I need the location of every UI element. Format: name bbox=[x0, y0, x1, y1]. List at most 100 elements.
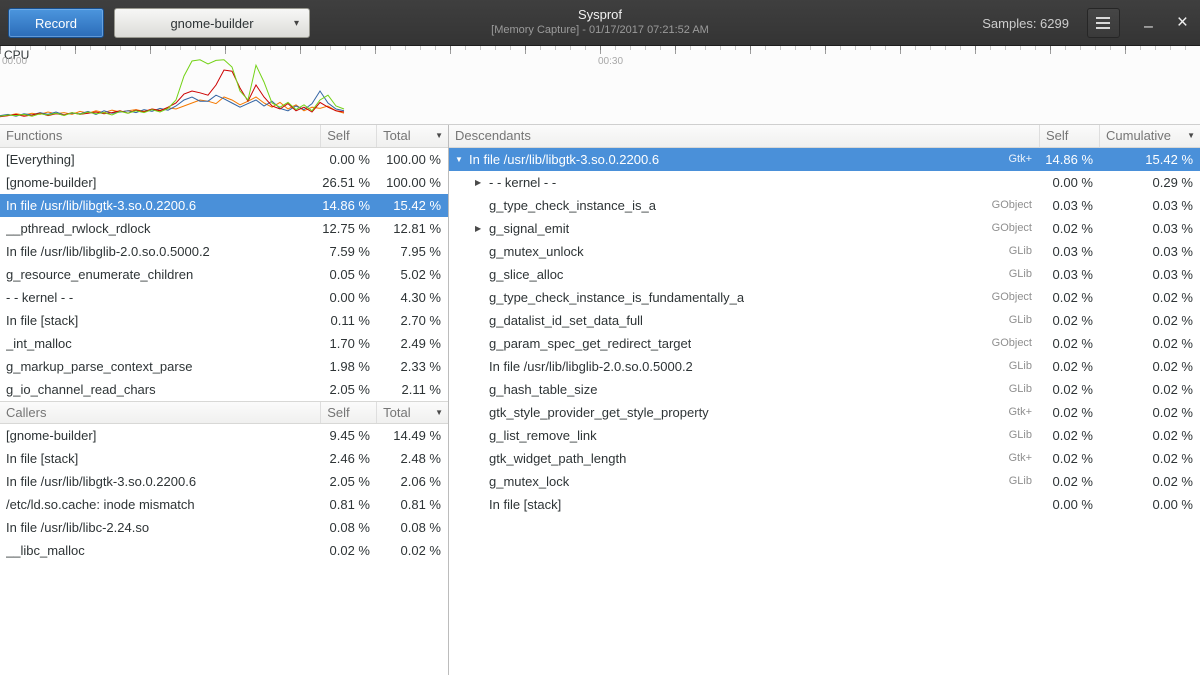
table-row[interactable]: ▶- - kernel - -0.00 %0.29 % bbox=[449, 171, 1200, 194]
self-percent-value: 0.02 % bbox=[1040, 424, 1100, 447]
record-button[interactable]: Record bbox=[8, 8, 104, 38]
cpu-line-cpu-red bbox=[0, 70, 344, 117]
function-name-cell: g_param_spec_get_redirect_targetGObject bbox=[449, 332, 1040, 355]
self-percent-value: 0.03 % bbox=[1040, 263, 1100, 286]
table-row[interactable]: /etc/ld.so.cache: inode mismatch0.81 %0.… bbox=[0, 493, 448, 516]
self-percent-value: 0.11 % bbox=[321, 309, 377, 332]
function-name: [Everything] bbox=[6, 148, 75, 171]
callers-table-body: [gnome-builder]9.45 %14.49 %In file [sta… bbox=[0, 424, 448, 562]
functions-total-column-header[interactable]: Total ▼ bbox=[377, 125, 448, 147]
total-percent-value: 0.02 % bbox=[1100, 355, 1200, 378]
table-row[interactable]: g_type_check_instance_is_fundamentally_a… bbox=[449, 286, 1200, 309]
total-percent-value: 0.02 % bbox=[1100, 447, 1200, 470]
table-row[interactable]: __pthread_rwlock_rdlock12.75 %12.81 % bbox=[0, 217, 448, 240]
total-percent-value: 4.30 % bbox=[377, 286, 448, 309]
self-percent-value: 0.02 % bbox=[1040, 286, 1100, 309]
table-row[interactable]: g_list_remove_linkGLib0.02 %0.02 % bbox=[449, 424, 1200, 447]
table-row[interactable]: g_markup_parse_context_parse1.98 %2.33 % bbox=[0, 355, 448, 378]
self-percent-value: 14.86 % bbox=[321, 194, 377, 217]
table-row[interactable]: [gnome-builder]9.45 %14.49 % bbox=[0, 424, 448, 447]
table-row[interactable]: g_mutex_unlockGLib0.03 %0.03 % bbox=[449, 240, 1200, 263]
descendants-cumulative-column-header[interactable]: Cumulative ▼ bbox=[1100, 125, 1200, 147]
table-row[interactable]: In file [stack]2.46 %2.48 % bbox=[0, 447, 448, 470]
table-row[interactable]: gtk_widget_path_lengthGtk+0.02 %0.02 % bbox=[449, 447, 1200, 470]
function-name-cell: g_slice_allocGLib bbox=[449, 263, 1040, 286]
functions-panel: Functions Self Total ▼ [Everything]0.00 … bbox=[0, 125, 449, 675]
table-row[interactable]: In file /usr/lib/libc-2.24.so0.08 %0.08 … bbox=[0, 516, 448, 539]
callers-total-column-header[interactable]: Total ▼ bbox=[377, 402, 448, 423]
total-percent-value: 100.00 % bbox=[377, 171, 448, 194]
table-row[interactable]: [gnome-builder] 26.51 %100.00 % bbox=[0, 171, 448, 194]
table-row[interactable]: g_type_check_instance_is_aGObject0.03 %0… bbox=[449, 194, 1200, 217]
table-row[interactable]: __libc_malloc0.02 %0.02 % bbox=[0, 539, 448, 562]
self-percent-value: 0.00 % bbox=[1040, 493, 1100, 516]
table-row[interactable]: _int_malloc1.70 %2.49 % bbox=[0, 332, 448, 355]
function-name-cell: g_type_check_instance_is_aGObject bbox=[449, 194, 1040, 217]
table-row[interactable]: g_resource_enumerate_children0.05 %5.02 … bbox=[0, 263, 448, 286]
function-name: g_mutex_lock bbox=[489, 470, 569, 493]
function-name: In file [stack] bbox=[489, 493, 561, 516]
functions-table-body: [Everything]0.00 %100.00 %[gnome-builder… bbox=[0, 148, 448, 401]
descendants-table-body: ▼In file /usr/lib/libgtk-3.so.0.2200.6Gt… bbox=[449, 148, 1200, 516]
table-row[interactable]: In file /usr/lib/libglib-2.0.so.0.5000.2… bbox=[0, 240, 448, 263]
total-percent-value: 15.42 % bbox=[1100, 148, 1200, 171]
self-percent-value: 9.45 % bbox=[321, 424, 377, 447]
function-name: In file /usr/lib/libgtk-3.so.0.2200.6 bbox=[6, 194, 196, 217]
table-row[interactable]: g_slice_allocGLib0.03 %0.03 % bbox=[449, 263, 1200, 286]
header-bar: Record gnome-builder ▾ Sysprof [Memory C… bbox=[0, 0, 1200, 46]
app-title: Sysprof bbox=[491, 6, 709, 23]
function-name-cell: /etc/ld.so.cache: inode mismatch bbox=[0, 493, 321, 516]
table-row[interactable]: g_io_channel_read_chars2.05 %2.11 % bbox=[0, 378, 448, 401]
callers-column-header[interactable]: Callers bbox=[0, 402, 321, 423]
function-name: g_resource_enumerate_children bbox=[6, 263, 193, 286]
close-button[interactable]: × bbox=[1177, 12, 1188, 34]
total-percent-value: 0.03 % bbox=[1100, 217, 1200, 240]
total-percent-value: 0.29 % bbox=[1100, 171, 1200, 194]
self-percent-value: 0.02 % bbox=[1040, 309, 1100, 332]
minimize-button[interactable]: – bbox=[1144, 14, 1153, 32]
function-name: In file /usr/lib/libgtk-3.so.0.2200.6 bbox=[469, 148, 659, 171]
table-row[interactable]: - - kernel - -0.00 %4.30 % bbox=[0, 286, 448, 309]
callers-total-column-label: Total bbox=[383, 405, 410, 420]
function-name: g_hash_table_size bbox=[489, 378, 597, 401]
process-selector-dropdown[interactable]: gnome-builder ▾ bbox=[114, 8, 310, 38]
menu-button[interactable] bbox=[1087, 8, 1120, 38]
chevron-down-icon: ▾ bbox=[294, 18, 299, 29]
function-name: __libc_malloc bbox=[6, 539, 85, 562]
function-name-cell: g_list_remove_linkGLib bbox=[449, 424, 1040, 447]
self-percent-value: 0.02 % bbox=[1040, 355, 1100, 378]
expander-closed-icon[interactable]: ▶ bbox=[475, 217, 489, 240]
table-row[interactable]: In file [stack]0.11 %2.70 % bbox=[0, 309, 448, 332]
table-row[interactable]: gtk_style_provider_get_style_propertyGtk… bbox=[449, 401, 1200, 424]
table-row[interactable]: In file /usr/lib/libglib-2.0.so.0.5000.2… bbox=[449, 355, 1200, 378]
functions-self-column-header[interactable]: Self bbox=[321, 125, 377, 147]
table-row[interactable]: ▼In file /usr/lib/libgtk-3.so.0.2200.6Gt… bbox=[449, 148, 1200, 171]
self-percent-value: 0.08 % bbox=[321, 516, 377, 539]
callers-self-column-header[interactable]: Self bbox=[321, 402, 377, 423]
table-row[interactable]: In file [stack]0.00 %0.00 % bbox=[449, 493, 1200, 516]
table-row[interactable]: [Everything]0.00 %100.00 % bbox=[0, 148, 448, 171]
library-badge: GLib bbox=[1001, 263, 1040, 286]
total-percent-value: 2.48 % bbox=[377, 447, 448, 470]
table-row[interactable]: ▶g_signal_emitGObject0.02 %0.03 % bbox=[449, 217, 1200, 240]
descendants-self-column-header[interactable]: Self bbox=[1040, 125, 1100, 147]
table-row[interactable]: In file /usr/lib/libgtk-3.so.0.2200.6 14.… bbox=[0, 194, 448, 217]
function-name: [gnome-builder] bbox=[6, 171, 96, 194]
table-row[interactable]: In file /usr/lib/libgtk-3.so.0.2200.62.0… bbox=[0, 470, 448, 493]
table-row[interactable]: g_mutex_lockGLib0.02 %0.02 % bbox=[449, 470, 1200, 493]
function-name: - - kernel - - bbox=[6, 286, 73, 309]
self-percent-value: 0.02 % bbox=[1040, 470, 1100, 493]
self-percent-value: 26.51 % bbox=[321, 171, 377, 194]
table-row[interactable]: g_param_spec_get_redirect_targetGObject0… bbox=[449, 332, 1200, 355]
self-percent-value: 2.46 % bbox=[321, 447, 377, 470]
sort-descending-icon: ▼ bbox=[435, 125, 443, 147]
expander-closed-icon[interactable]: ▶ bbox=[475, 171, 489, 194]
functions-column-header[interactable]: Functions bbox=[0, 125, 321, 147]
table-row[interactable]: g_datalist_id_set_data_fullGLib0.02 %0.0… bbox=[449, 309, 1200, 332]
table-row[interactable]: g_hash_table_sizeGLib0.02 %0.02 % bbox=[449, 378, 1200, 401]
expander-open-icon[interactable]: ▼ bbox=[455, 148, 469, 171]
cpu-timeline[interactable]: CPU 00:00 00:30 bbox=[0, 46, 1200, 125]
total-percent-value: 2.11 % bbox=[377, 378, 448, 401]
descendants-column-header[interactable]: Descendants bbox=[449, 125, 1040, 147]
function-name-cell: g_io_channel_read_chars bbox=[0, 378, 321, 401]
